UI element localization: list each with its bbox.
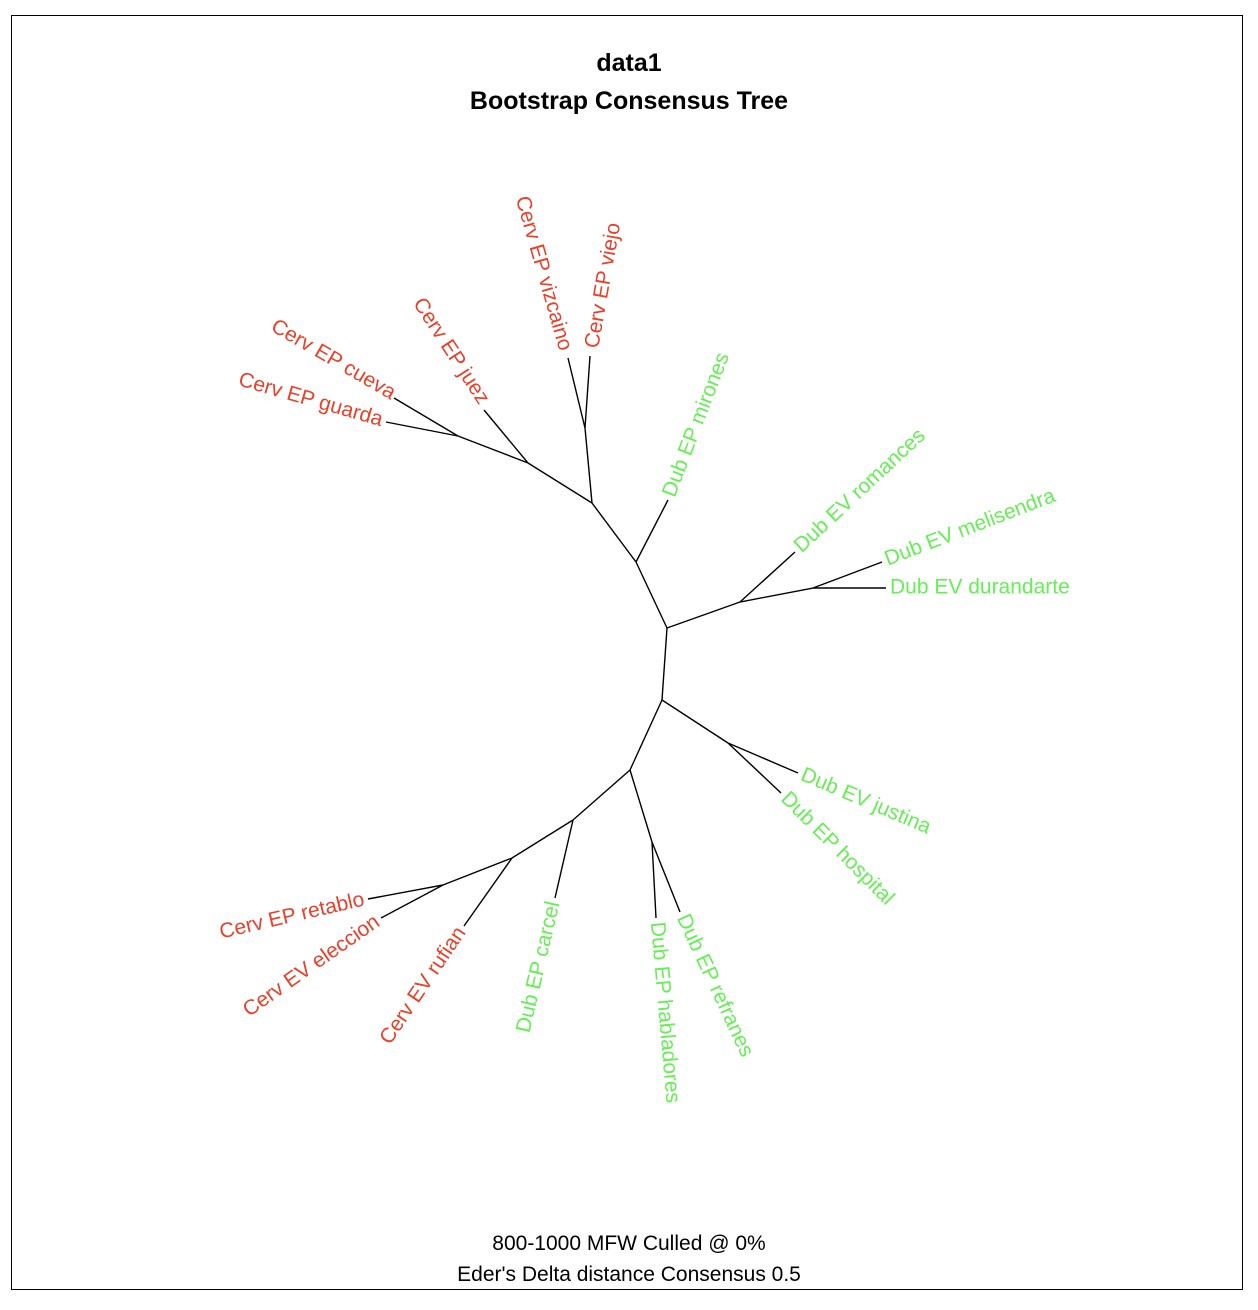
leaf-label: Cerv EV rufian <box>375 922 470 1048</box>
tree-leaf-edge <box>584 355 591 429</box>
leaf-label: Dub EV melisendra <box>881 484 1058 570</box>
tree-leaf-edge <box>567 357 586 429</box>
leaf-label: Dub EP habladores <box>646 921 685 1104</box>
footer-distance: Eder's Delta distance Consensus 0.5 <box>457 1263 801 1286</box>
tree-leaf-edge <box>380 884 444 919</box>
tree-branch <box>629 769 653 843</box>
tree-branch <box>527 462 593 504</box>
footer-mfw: 800-1000 MFW Culled @ 0% <box>492 1232 766 1255</box>
tree-leaf-edge <box>727 742 799 774</box>
leaf-label: Dub EV romances <box>789 424 929 557</box>
leaf-label: Dub EP mirones <box>658 349 734 500</box>
tree-branch <box>739 587 814 603</box>
tree-leaf-edge <box>812 561 883 589</box>
tree-leaf-edge <box>739 551 796 603</box>
tree-leaf-edge <box>463 857 513 927</box>
tree-leaf-edge <box>554 819 574 899</box>
tree-branch <box>511 819 574 859</box>
leaf-label: Dub EP refranes <box>672 910 758 1060</box>
tree-branch <box>635 561 668 629</box>
tree-branch <box>591 502 637 563</box>
tree-leaf-edge <box>635 499 669 563</box>
leaf-label: Cerv EP vizcaino <box>511 193 577 353</box>
tree-leaf-edge <box>367 884 444 900</box>
tree-branch <box>661 699 729 744</box>
tree-branch <box>661 627 668 701</box>
leaf-label: Cerv EP juez <box>408 293 494 408</box>
tree-branch <box>584 427 593 504</box>
tree-branch <box>629 699 663 771</box>
consensus-tree: Cerv EP viejoCerv EP vizcaino Cerv EP jue… <box>217 193 1070 1104</box>
leaf-label: Dub EV durandarte <box>890 576 1070 599</box>
tree-leaf-edge <box>651 841 657 919</box>
leaf-label: Dub EP carcel <box>512 899 565 1035</box>
tree-branch <box>572 769 631 821</box>
tree-edges <box>367 355 886 927</box>
tree-branch <box>666 601 741 629</box>
tree-labels: Cerv EP viejoCerv EP vizcaino Cerv EP jue… <box>217 193 1070 1104</box>
leaf-label: Cerv EP viejo <box>580 221 625 350</box>
tree-leaf-edge <box>727 742 782 794</box>
tree-leaf-edge <box>651 841 681 913</box>
